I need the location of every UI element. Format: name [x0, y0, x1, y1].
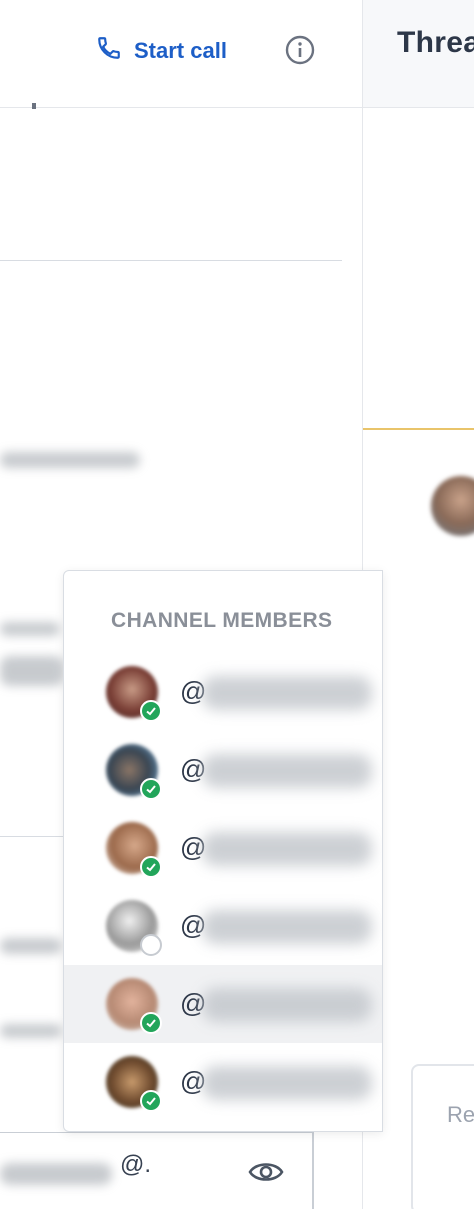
redacted-text [0, 1024, 62, 1038]
reply-placeholder: Re [447, 1102, 474, 1127]
offline-status-icon [140, 934, 162, 956]
redacted-text [0, 622, 60, 636]
message-composer[interactable]: @. [0, 1132, 314, 1209]
member-row[interactable]: @ [64, 809, 382, 887]
redacted-username [202, 910, 372, 944]
app-root: Start call @. Threa Re CHANNEL MEMBERS @… [0, 0, 474, 1209]
redacted-text [0, 1163, 112, 1185]
redacted-username [202, 1066, 372, 1100]
start-call-label: Start call [134, 38, 227, 63]
redacted-username [202, 754, 372, 788]
info-icon [284, 35, 316, 70]
redacted-username [202, 988, 372, 1022]
member-row-selected[interactable]: @ [64, 965, 382, 1043]
online-status-icon [140, 856, 162, 878]
member-row[interactable]: @ [64, 887, 382, 965]
member-row[interactable]: @ [64, 1043, 382, 1121]
members-heading: CHANNEL MEMBERS [111, 609, 333, 632]
member-row[interactable]: @ [64, 653, 382, 731]
reply-input[interactable]: Re [411, 1064, 474, 1209]
redacted-text [0, 938, 62, 954]
redacted-text [0, 656, 64, 686]
message-divider [0, 260, 342, 261]
online-status-icon [140, 700, 162, 722]
redacted-text [0, 452, 140, 468]
eye-icon[interactable] [248, 1157, 284, 1187]
thread-header: Threa [363, 0, 474, 108]
redacted-username [202, 676, 372, 710]
info-button[interactable] [284, 34, 316, 66]
thread-title: Threa [397, 26, 474, 59]
member-row[interactable]: @ [64, 731, 382, 809]
thread-root-message [363, 108, 474, 428]
start-call-button[interactable]: Start call [96, 34, 227, 68]
online-status-icon [140, 1012, 162, 1034]
channel-header: Start call [0, 0, 362, 109]
composer-value: @. [120, 1151, 152, 1178]
online-status-icon [140, 1090, 162, 1112]
message-fragment [32, 103, 36, 109]
online-status-icon [140, 778, 162, 800]
phone-icon [96, 35, 122, 67]
channel-members-popup: CHANNEL MEMBERS @ @ @ @ @ @ [63, 570, 383, 1132]
redacted-username [202, 832, 372, 866]
